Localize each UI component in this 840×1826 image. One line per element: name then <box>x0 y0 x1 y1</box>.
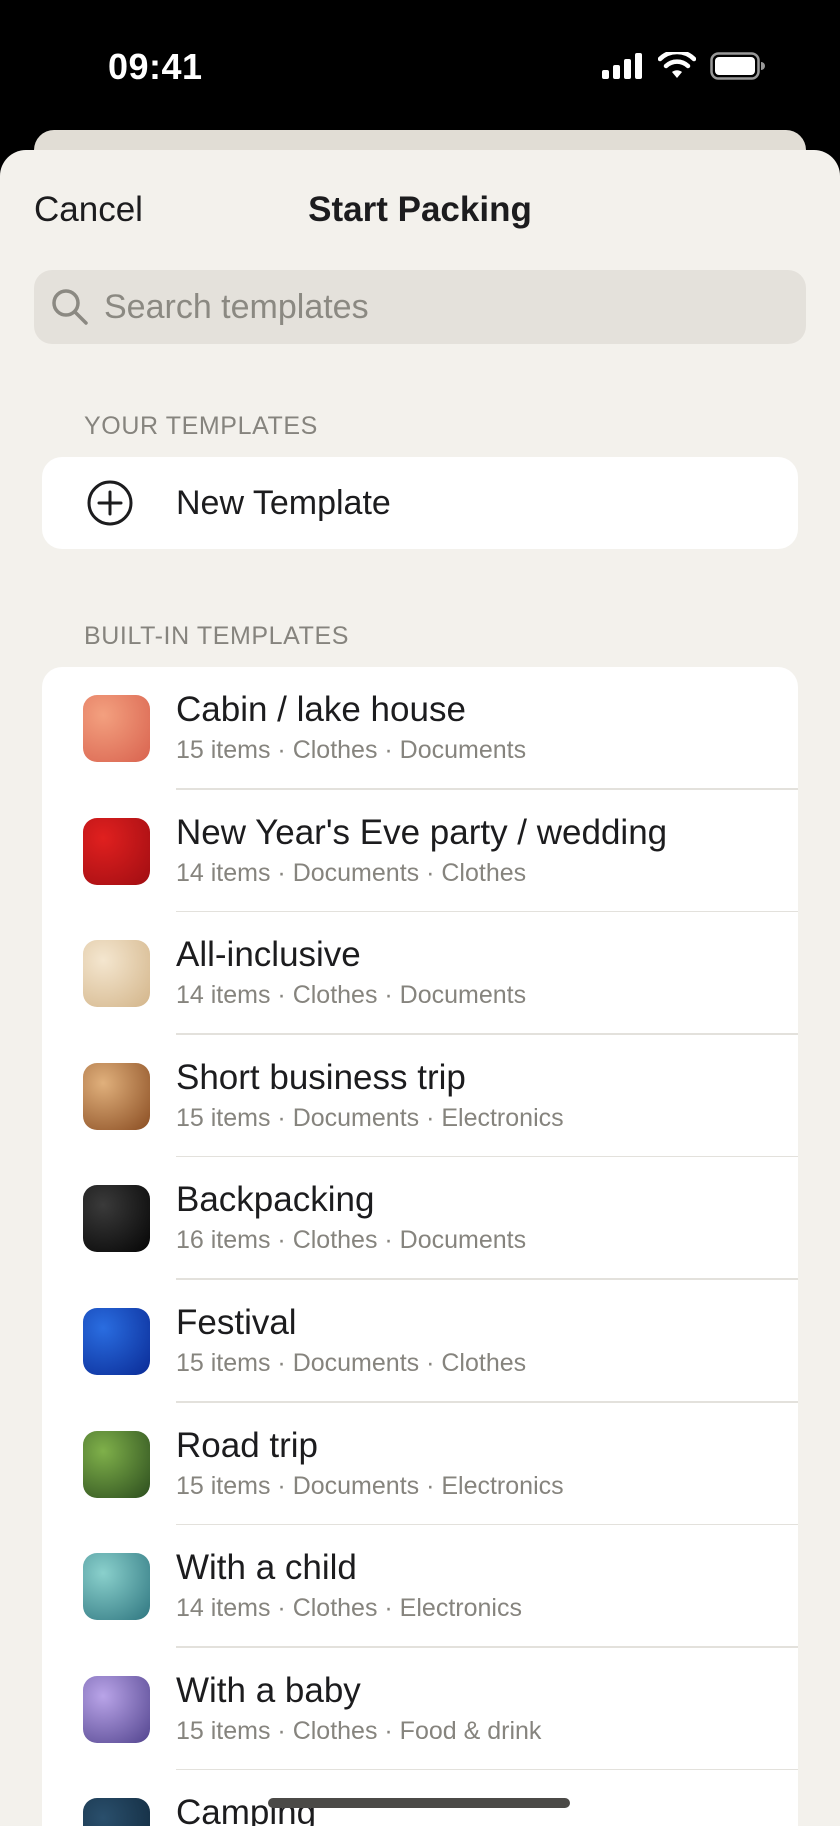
template-title: With a baby <box>176 1670 361 1710</box>
template-title: New Year's Eve party / wedding <box>176 812 668 852</box>
search-icon <box>52 289 88 325</box>
home-indicator <box>268 1798 570 1808</box>
template-title: Backpacking <box>176 1180 375 1220</box>
template-title: All-inclusive <box>176 935 361 975</box>
search-bar[interactable] <box>34 270 806 344</box>
new-template-button[interactable]: New Template <box>42 457 798 549</box>
template-row-with-a-child[interactable]: With a child 14 items · Clothes · Electro… <box>42 1525 798 1648</box>
template-title: Short business trip <box>176 1057 466 1097</box>
template-subtitle: 14 items · Clothes · Electronics <box>176 1594 522 1623</box>
template-row-with-a-baby[interactable]: With a baby 15 items · Clothes · Food & d… <box>42 1648 798 1771</box>
template-row-backpacking[interactable]: Backpacking 16 items · Clothes · Document… <box>42 1157 798 1280</box>
plus-circle-icon <box>87 480 133 526</box>
template-thumbnail <box>83 1553 150 1621</box>
template-subtitle: 15 items · Documents · Clothes <box>176 1348 527 1377</box>
new-template-label: New Template <box>176 483 391 522</box>
template-row-road-trip[interactable]: Road trip 15 items · Documents · Electron… <box>42 1403 798 1526</box>
template-title: Road trip <box>176 1425 319 1465</box>
template-title: With a child <box>176 1548 357 1588</box>
cellular-signal-icon <box>602 53 642 79</box>
template-subtitle: 15 items · Documents · Electronics <box>176 1471 564 1500</box>
navigation-bar: Cancel Start Packing <box>0 150 840 270</box>
template-thumbnail <box>83 940 150 1008</box>
built-in-templates-list: Cabin / lake house 15 items · Clothes · D… <box>42 667 798 1826</box>
page-title: Start Packing <box>308 190 532 229</box>
search-input[interactable] <box>104 287 784 327</box>
template-thumbnail <box>83 817 150 885</box>
battery-icon <box>710 52 765 80</box>
template-thumbnail <box>83 695 150 762</box>
built-in-templates-header: BUILT-IN TEMPLATES <box>84 622 350 650</box>
template-title: Festival <box>176 1302 297 1342</box>
start-packing-sheet: Cancel Start Packing YOUR TEMPLATES New … <box>0 150 840 1826</box>
wifi-icon <box>658 52 696 78</box>
template-thumbnail <box>83 1675 150 1743</box>
status-icons <box>602 52 766 80</box>
template-thumbnail <box>83 1430 150 1498</box>
template-subtitle: 14 items · Clothes · Documents <box>176 981 527 1010</box>
template-thumbnail <box>83 1307 150 1375</box>
template-subtitle: 15 items · Documents · Electronics <box>176 1103 564 1132</box>
your-templates-card: New Template <box>42 457 798 549</box>
your-templates-header: YOUR TEMPLATES <box>84 412 318 440</box>
template-thumbnail <box>83 1062 150 1130</box>
template-subtitle: 15 items · Clothes · Food & drink <box>176 1716 542 1745</box>
status-bar: 09:41 <box>0 0 840 132</box>
template-subtitle: 15 items · Clothes · Documents <box>176 736 527 764</box>
template-thumbnail <box>83 1185 150 1253</box>
template-subtitle: 14 items · Documents · Clothes <box>176 858 527 887</box>
status-time: 09:41 <box>108 46 203 87</box>
template-subtitle: 16 items · Clothes · Documents <box>176 1226 527 1255</box>
template-row-new-years-eve[interactable]: New Year's Eve party / wedding 14 items ·… <box>42 790 798 913</box>
template-row-short-business-trip[interactable]: Short business trip 15 items · Documents … <box>42 1035 798 1158</box>
template-row-cabin[interactable]: Cabin / lake house 15 items · Clothes · D… <box>42 667 798 790</box>
template-thumbnail <box>83 1798 150 1826</box>
template-row-all-inclusive[interactable]: All-inclusive 14 items · Clothes · Docume… <box>42 912 798 1035</box>
template-title: Cabin / lake house <box>176 690 466 729</box>
template-row-festival[interactable]: Festival 15 items · Documents · Clothes <box>42 1280 798 1403</box>
